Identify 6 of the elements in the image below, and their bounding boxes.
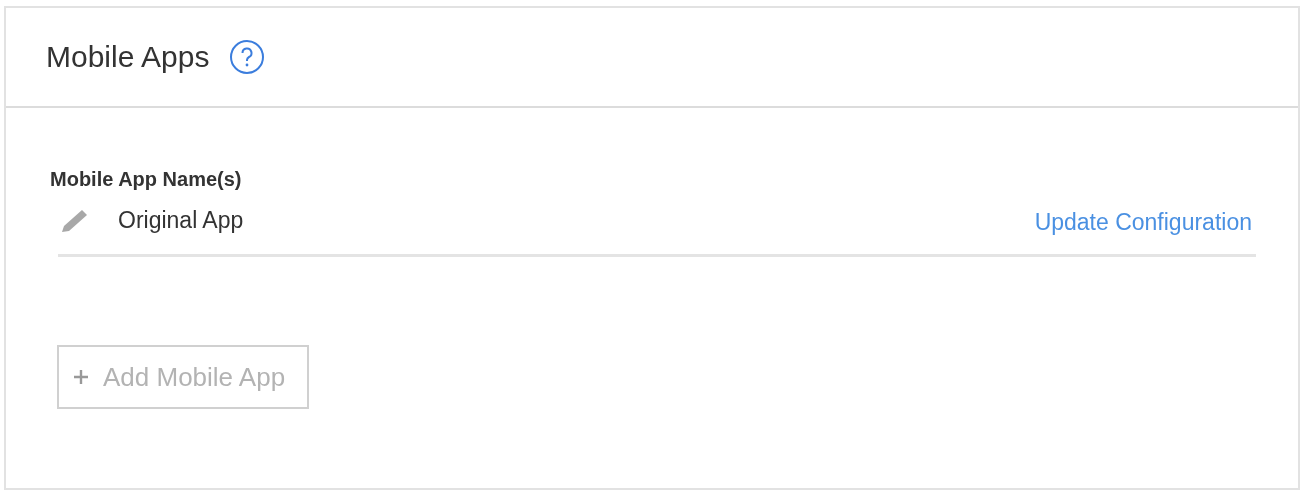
update-configuration-link[interactable]: Update Configuration bbox=[1034, 209, 1252, 236]
field-label: Mobile App Name(s) bbox=[50, 168, 242, 191]
app-name: Original App bbox=[118, 207, 245, 234]
panel-title: Mobile Apps bbox=[46, 40, 210, 74]
plus-icon bbox=[73, 369, 89, 385]
help-icon[interactable] bbox=[229, 39, 266, 75]
